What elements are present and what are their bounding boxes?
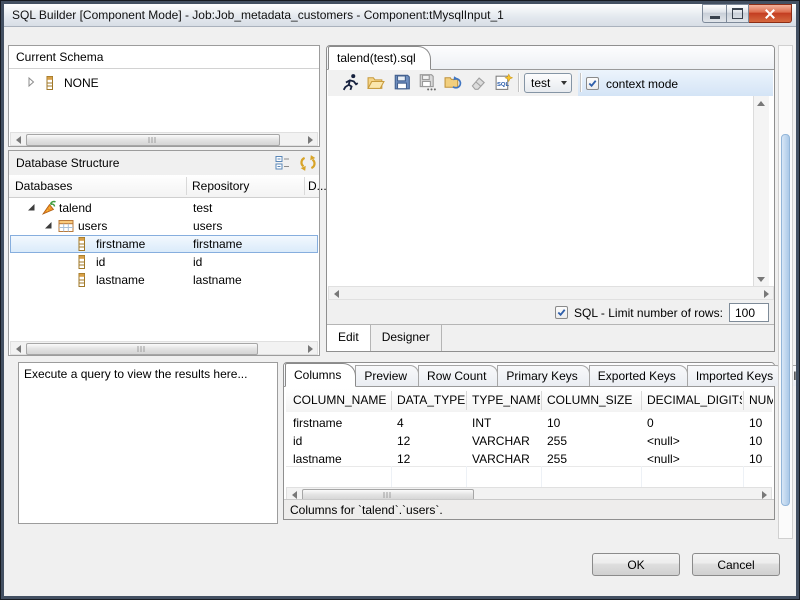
col-header-data-type[interactable]: DATA_TYPE — [397, 393, 465, 407]
scroll-down-arrow[interactable] — [754, 272, 768, 286]
expand-collapsed-icon[interactable] — [26, 76, 40, 90]
titlebar[interactable]: SQL Builder [Component Mode] - Job:Job_m… — [4, 4, 796, 27]
scrollbar-thumb[interactable] — [26, 134, 280, 146]
scroll-right-arrow[interactable] — [303, 342, 317, 356]
context-mode-checkbox[interactable] — [586, 77, 599, 90]
col-header-decimal-digits[interactable]: DECIMAL_DIGITS — [647, 393, 742, 407]
sql-toolbar: SQL test context mode — [328, 70, 773, 96]
tree-row-users[interactable]: users users — [10, 217, 318, 235]
database-structure-title: Database Structure — [16, 156, 119, 170]
ok-button[interactable]: OK — [592, 553, 680, 576]
database-connection-icon — [41, 200, 55, 214]
close-button[interactable] — [749, 4, 792, 23]
col-header-column-size[interactable]: COLUMN_SIZE — [547, 393, 640, 407]
column-icon — [78, 255, 92, 269]
col-header-d[interactable]: D... — [308, 179, 327, 193]
sql-limit-checkbox[interactable] — [555, 306, 568, 319]
sql-limit-label: SQL - Limit number of rows: — [574, 306, 723, 320]
window-vscrollbar — [778, 45, 793, 539]
minimize-button[interactable] — [702, 4, 726, 23]
save-as-icon[interactable] — [418, 73, 437, 91]
svg-text:SQL: SQL — [497, 82, 510, 88]
tree-row-none[interactable]: NONE — [10, 74, 318, 92]
window-controls — [702, 4, 792, 23]
context-combo-value: test — [531, 76, 550, 90]
tree-row-id[interactable]: id id — [10, 253, 318, 271]
context-combo[interactable]: test — [524, 73, 572, 93]
context-mode-label: context mode — [606, 77, 678, 91]
col-header-column-name[interactable]: COLUMN_NAME — [293, 393, 390, 407]
scroll-right-arrow[interactable] — [759, 287, 773, 301]
scrollbar-thumb[interactable] — [26, 343, 258, 355]
results-message: Execute a query to view the results here… — [24, 367, 247, 381]
cancel-button[interactable]: Cancel — [692, 553, 780, 576]
table-row[interactable]: lastname 12 VARCHAR 255 <null> 10 — [286, 448, 772, 467]
expand-expanded-icon[interactable] — [43, 220, 57, 234]
open-file-icon[interactable] — [367, 73, 386, 91]
sql-editor-textarea[interactable] — [328, 96, 774, 286]
refresh-query-icon[interactable] — [444, 73, 463, 91]
results-folder: Columns Preview Row Count Primary Keys E… — [283, 362, 775, 520]
tab-primary-keys[interactable]: Primary Keys — [497, 365, 589, 386]
maximize-icon — [732, 8, 743, 19]
results-status: Columns for `talend`.`users`. — [290, 503, 443, 517]
current-schema-panel: Current Schema NONE — [8, 45, 320, 147]
new-sql-editor-icon[interactable]: SQL — [494, 73, 513, 91]
scroll-up-arrow[interactable] — [754, 96, 768, 110]
run-query-icon[interactable] — [342, 73, 361, 91]
clear-icon[interactable] — [469, 73, 488, 91]
tree-row-lastname[interactable]: lastname lastname — [10, 271, 318, 289]
col-header-num[interactable]: NUM — [749, 393, 773, 407]
table-row[interactable]: firstname 4 INT 10 0 10 — [286, 412, 772, 431]
column-icon — [78, 237, 92, 251]
tab-preview[interactable]: Preview — [355, 365, 419, 386]
minimize-icon — [710, 16, 720, 19]
tab-imported-keys[interactable]: Imported Keys — [687, 365, 785, 386]
column-icon — [78, 273, 92, 287]
col-header-type-name[interactable]: TYPE_NAME — [472, 393, 540, 407]
col-header-databases[interactable]: Databases — [15, 179, 72, 193]
current-schema-title: Current Schema — [16, 50, 103, 64]
editor-hscrollbar — [328, 286, 774, 300]
collapse-all-icon[interactable] — [275, 155, 291, 171]
sql-builder-dialog: SQL Builder [Component Mode] - Job:Job_m… — [0, 0, 800, 600]
scroll-left-arrow[interactable] — [329, 287, 343, 301]
scroll-left-arrow[interactable] — [11, 342, 25, 356]
results-message-panel: Execute a query to view the results here… — [18, 362, 278, 524]
save-icon[interactable] — [393, 73, 412, 91]
tab-exported-keys[interactable]: Exported Keys — [589, 365, 688, 386]
maximize-button[interactable] — [726, 4, 749, 23]
chevron-down-icon — [561, 81, 567, 85]
tab-row-count[interactable]: Row Count — [418, 365, 498, 386]
refresh-icon[interactable] — [299, 154, 317, 172]
scroll-right-arrow[interactable] — [303, 133, 317, 147]
column-icon — [46, 76, 60, 90]
schema-item-label: NONE — [64, 76, 99, 90]
editor-vscrollbar — [753, 96, 769, 286]
expand-expanded-icon[interactable] — [26, 202, 40, 216]
structure-hscrollbar — [10, 341, 318, 355]
close-icon — [765, 9, 775, 19]
col-header-repository[interactable]: Repository — [192, 179, 249, 193]
tab-columns[interactable]: Columns — [285, 363, 356, 387]
row-limit-input[interactable] — [729, 303, 769, 322]
sql-editor-folder: talend(test).sql SQL — [326, 45, 775, 352]
tab-edit[interactable]: Edit — [327, 325, 371, 351]
tree-row-talend[interactable]: talend test — [10, 199, 318, 217]
scroll-left-arrow[interactable] — [11, 133, 25, 147]
tab-sql-file[interactable]: talend(test).sql — [328, 46, 431, 70]
tree-row-firstname[interactable]: firstname firstname — [10, 235, 318, 253]
scrollbar-thumb[interactable] — [781, 134, 790, 506]
tab-designer[interactable]: Designer — [371, 325, 442, 351]
schema-hscrollbar — [10, 132, 318, 146]
table-icon — [58, 219, 72, 233]
database-structure-panel: Database Structure Databases Repository … — [8, 150, 320, 356]
window-title: SQL Builder [Component Mode] - Job:Job_m… — [12, 8, 504, 22]
table-row[interactable]: id 12 VARCHAR 255 <null> 10 — [286, 430, 772, 449]
